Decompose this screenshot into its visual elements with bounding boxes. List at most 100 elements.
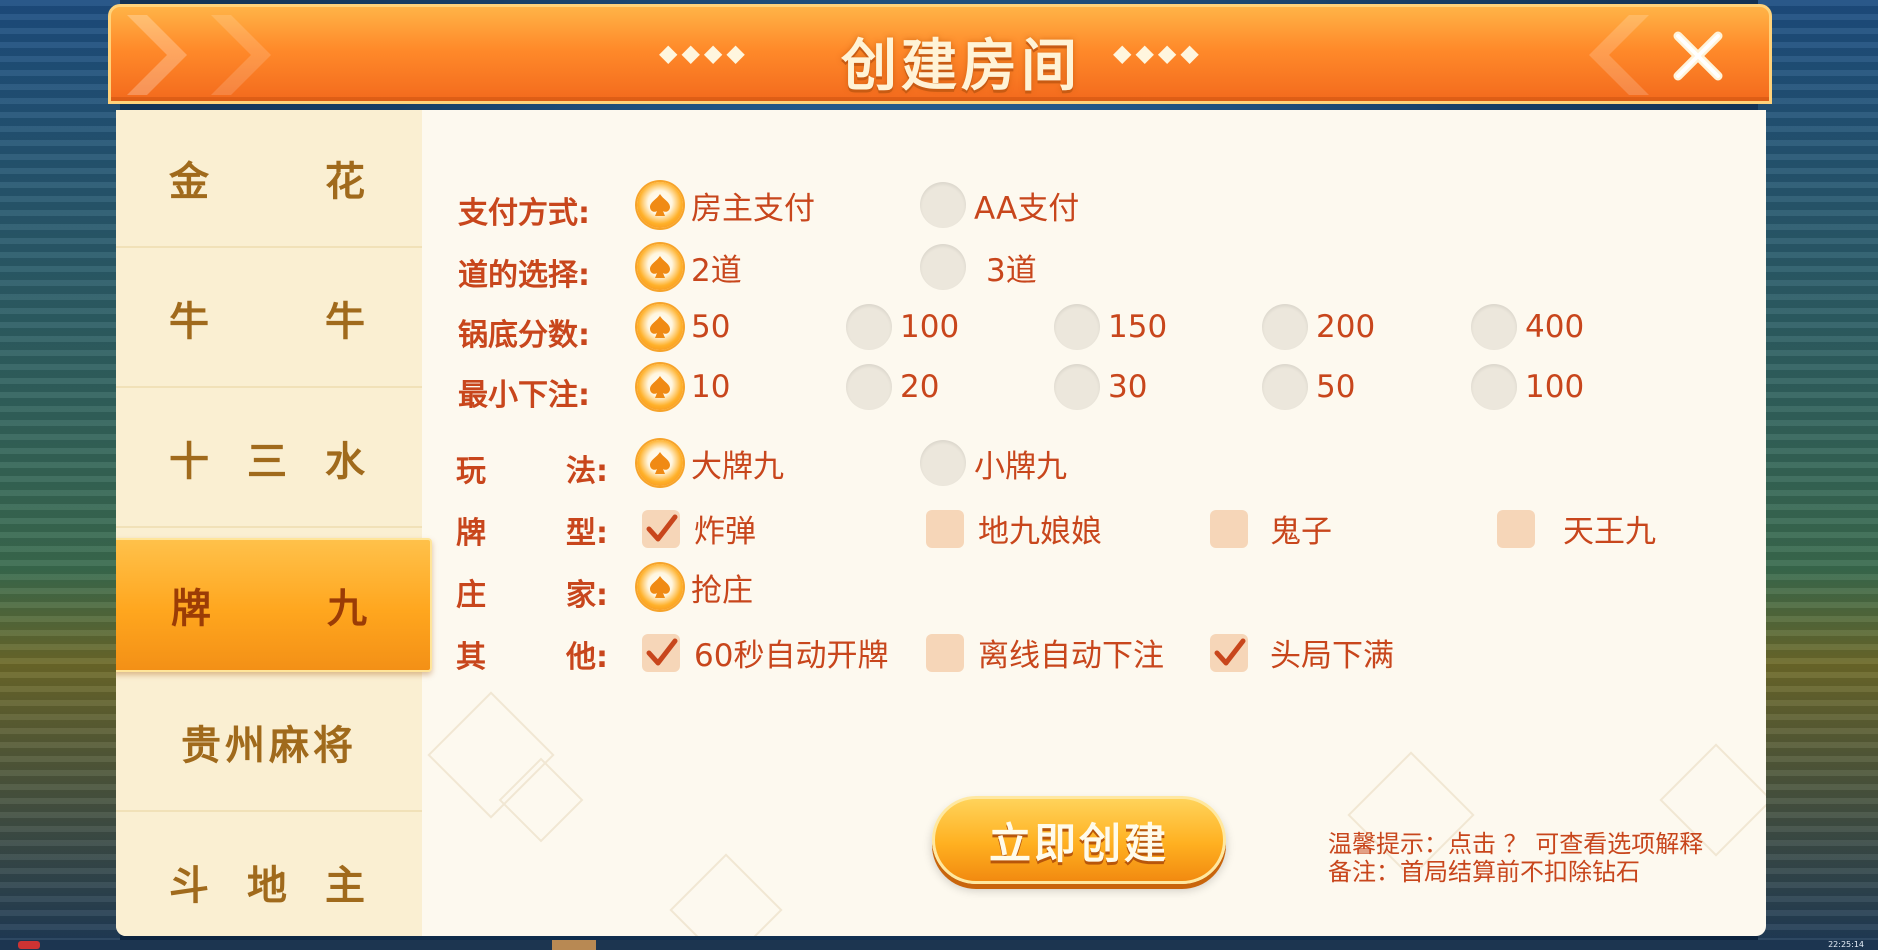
taskbar-active-app[interactable]	[552, 940, 596, 950]
option-label: 房主支付	[691, 190, 815, 227]
option-label: 头局下满	[1270, 638, 1394, 674]
options-panel: 支付方式: 房主支付 AA支付 道的选择: 2道 3道 锅底分数: 50 100…	[422, 110, 1766, 936]
checkbox-unchecked-icon	[926, 633, 964, 672]
option-label: 炸弹	[694, 514, 756, 550]
sidebar-item-label: 十	[169, 439, 213, 485]
checkbox-unchecked-icon	[926, 509, 964, 548]
close-button[interactable]	[1667, 25, 1729, 87]
radio-unselected-icon	[1471, 304, 1517, 350]
base-score-option-400[interactable]: 400	[1471, 304, 1584, 350]
taskbar-clock: 22:25:14	[1828, 940, 1864, 949]
play-option-big[interactable]: 大牌九	[637, 440, 784, 486]
card-type-bomb[interactable]: 炸弹	[642, 506, 756, 551]
os-taskbar: 22:25:14	[0, 940, 1878, 950]
option-label: 抢庄	[691, 572, 753, 609]
radio-selected-icon	[637, 304, 683, 350]
radio-unselected-icon	[846, 304, 892, 350]
sidebar-item-label: 牛	[325, 299, 369, 345]
option-label: 天王九	[1563, 514, 1656, 550]
road-option-3[interactable]: 3道	[920, 244, 1037, 290]
card-type-dijiu-niangniang[interactable]: 地九娘娘	[926, 506, 1102, 551]
game-sidebar: 金花 牛牛 十三水 牌九 贵州麻将 斗地主	[116, 110, 432, 936]
title-bar: ◆◆◆◆ 创建房间 ◆◆◆◆	[108, 4, 1772, 104]
radio-selected-icon	[637, 244, 683, 290]
close-icon	[1673, 31, 1723, 81]
chevron-decor-icon	[1589, 15, 1649, 95]
sidebar-item-paijiu[interactable]: 牌九	[116, 538, 432, 672]
dialog-body: 金花 牛牛 十三水 牌九 贵州麻将 斗地主 支付方式: 房主支付 AA支付 道的…	[116, 110, 1766, 936]
other-first-round-full[interactable]: 头局下满	[1210, 630, 1394, 675]
road-label: 道的选择:	[458, 258, 590, 293]
other-offline-auto-bet[interactable]: 离线自动下注	[926, 630, 1164, 675]
start-icon[interactable]	[18, 941, 40, 949]
checkbox-unchecked-icon	[1210, 509, 1248, 548]
min-bet-option-100[interactable]: 100	[1471, 364, 1584, 410]
card-type-guizi[interactable]: 鬼子	[1210, 506, 1332, 551]
min-bet-label: 最小下注:	[458, 378, 590, 413]
sidebar-item-label: 贵州麻将	[181, 723, 357, 769]
sidebar-item-doudizhu[interactable]: 斗地主	[116, 814, 422, 936]
sidebar-item-label: 花	[325, 159, 369, 205]
radio-selected-icon	[637, 440, 683, 486]
dialog-title: 创建房间	[841, 34, 1081, 99]
option-label: 150	[1108, 309, 1168, 345]
sidebar-item-niuniu[interactable]: 牛牛	[116, 250, 422, 388]
min-bet-option-30[interactable]: 30	[1054, 364, 1147, 410]
sidebar-item-jinhua[interactable]: 金花	[116, 110, 422, 248]
min-bet-option-50[interactable]: 50	[1262, 364, 1355, 410]
checkbox-checked-icon	[642, 509, 680, 548]
base-score-option-150[interactable]: 150	[1054, 304, 1167, 350]
play-option-small[interactable]: 小牌九	[920, 440, 1067, 486]
checkbox-unchecked-icon	[1497, 509, 1535, 548]
option-label: 30	[1108, 369, 1148, 405]
radio-unselected-icon	[920, 244, 966, 290]
create-button-label: 立即创建	[988, 818, 1169, 868]
banker-label: 庄家:	[456, 578, 608, 613]
option-label: 100	[900, 309, 960, 345]
payment-option-owner[interactable]: 房主支付	[637, 182, 815, 228]
option-label: 鬼子	[1270, 514, 1332, 550]
radio-unselected-icon	[1262, 304, 1308, 350]
checkbox-checked-icon	[1210, 633, 1248, 672]
radio-unselected-icon	[846, 364, 892, 410]
option-label: 50	[691, 309, 731, 345]
other-auto-open-60s[interactable]: 60秒自动开牌	[642, 630, 888, 675]
radio-selected-icon	[637, 364, 683, 410]
option-label: 离线自动下注	[978, 638, 1164, 674]
sidebar-item-label: 金	[169, 159, 213, 205]
radio-unselected-icon	[1471, 364, 1517, 410]
radio-unselected-icon	[1262, 364, 1308, 410]
sidebar-item-shisanshui[interactable]: 十三水	[116, 390, 422, 528]
radio-unselected-icon	[920, 440, 966, 486]
create-room-button[interactable]: 立即创建	[932, 796, 1226, 884]
sidebar-item-guizhou-mahjong[interactable]: 贵州麻将	[116, 674, 422, 812]
base-score-option-50[interactable]: 50	[637, 304, 730, 350]
title-decoration-left: ◆◆◆◆	[659, 39, 749, 67]
chevron-decor-icon	[127, 15, 187, 95]
option-label: 400	[1525, 309, 1585, 345]
option-label: 3道	[986, 252, 1037, 289]
min-bet-option-20[interactable]: 20	[846, 364, 939, 410]
option-label: 地九娘娘	[978, 514, 1102, 550]
card-type-label: 牌型:	[456, 516, 608, 551]
option-label: 10	[691, 369, 731, 405]
base-score-option-200[interactable]: 200	[1262, 304, 1375, 350]
sidebar-item-label: 水	[325, 439, 369, 485]
payment-option-aa[interactable]: AA支付	[920, 182, 1079, 228]
create-room-dialog: ◆◆◆◆ 创建房间 ◆◆◆◆ 金花 牛牛 十三水 牌九 贵州麻将 斗 地 主 支…	[108, 4, 1772, 938]
sidebar-item-label: 牛	[169, 299, 213, 345]
card-type-tianwangjiu[interactable]: 天王九	[1497, 506, 1656, 551]
radio-selected-icon	[637, 182, 683, 228]
base-score-option-100[interactable]: 100	[846, 304, 959, 350]
min-bet-option-10[interactable]: 10	[637, 364, 730, 410]
note-text: 备注：首局结算前不扣除钻石	[1328, 858, 1640, 886]
background-right-stands	[1758, 0, 1878, 950]
sidebar-item-label: 九	[327, 586, 371, 632]
sidebar-item-label: 牌	[171, 586, 215, 632]
option-label: 200	[1316, 309, 1376, 345]
radio-unselected-icon	[1054, 304, 1100, 350]
road-option-2[interactable]: 2道	[637, 244, 742, 290]
banker-option-grab[interactable]: 抢庄	[637, 564, 753, 610]
option-label: 小牌九	[974, 448, 1067, 485]
background-left-stands	[0, 0, 120, 950]
